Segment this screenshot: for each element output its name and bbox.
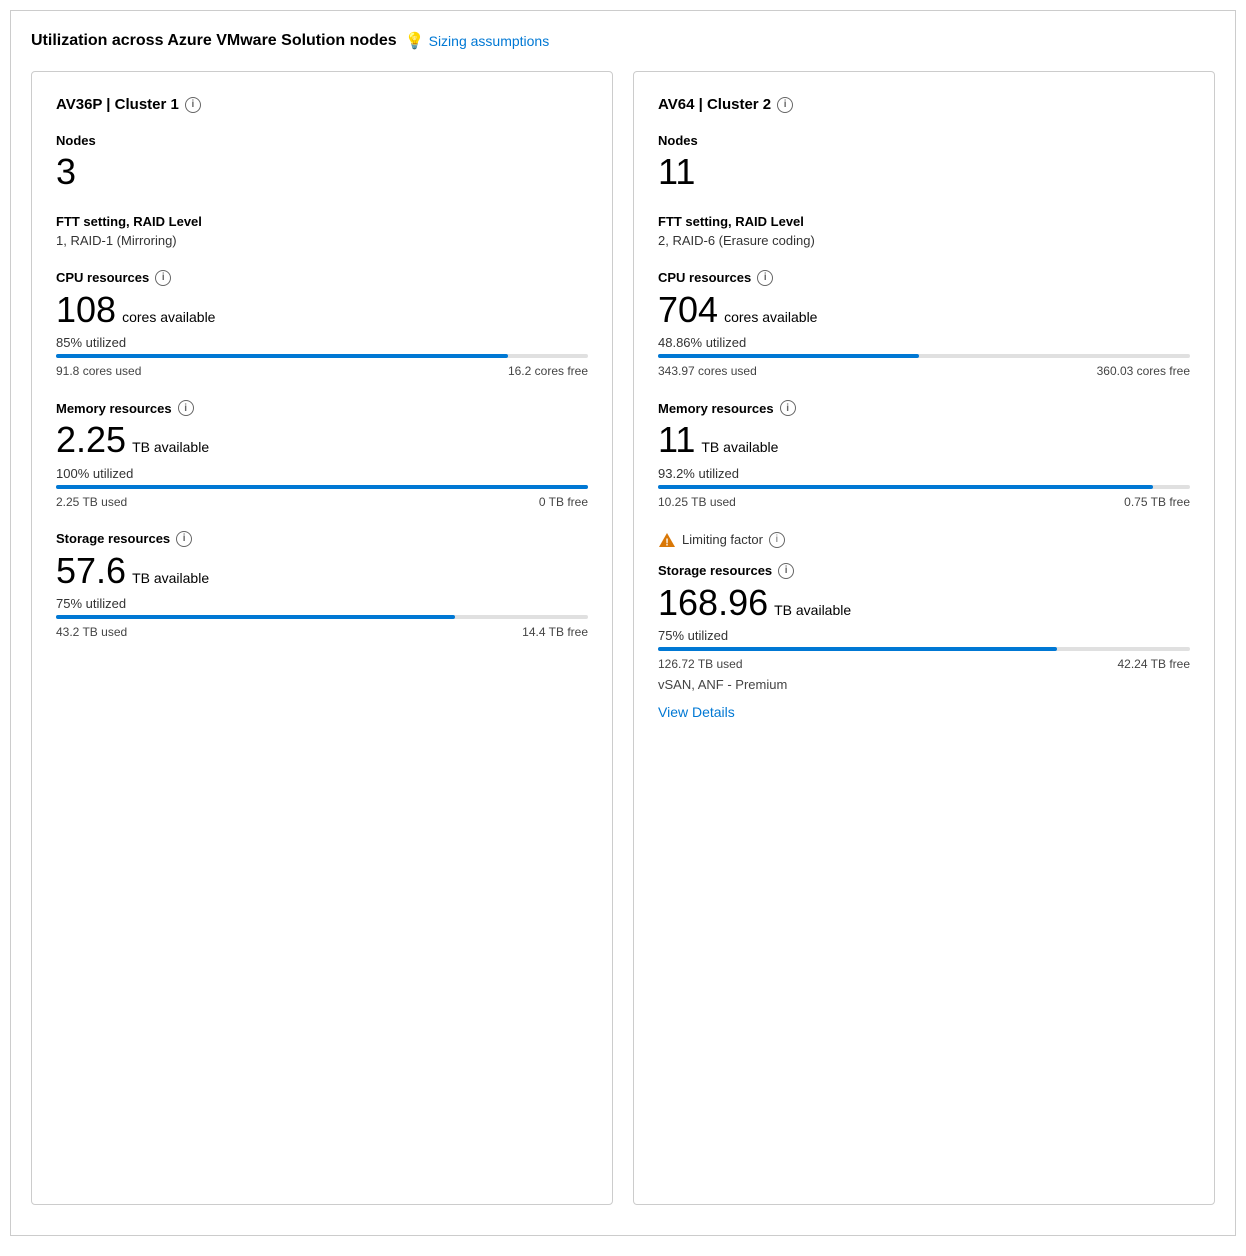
cluster2-nodes-value: 11 bbox=[658, 152, 1190, 192]
cluster2-storage-usage-row: 126.72 TB used 42.24 TB free bbox=[658, 657, 1190, 671]
cluster1-cpu-usage-row: 91.8 cores used 16.2 cores free bbox=[56, 364, 588, 378]
cluster2-memory-label: Memory resources i bbox=[658, 400, 1190, 416]
cluster2-storage-progress-fill bbox=[658, 647, 1057, 651]
limiting-factor-row: ! Limiting factor i bbox=[658, 531, 1190, 549]
cluster1-nodes-label: Nodes bbox=[56, 133, 588, 148]
cluster1-memory-big: 2.25 TB available bbox=[56, 420, 588, 460]
lightbulb-icon: 💡 bbox=[405, 31, 425, 51]
cluster1-storage-section: Storage resources i 57.6 TB available 75… bbox=[56, 531, 588, 640]
cluster1-nodes-section: Nodes 3 bbox=[56, 133, 588, 192]
cluster1-cpu-progress-fill bbox=[56, 354, 508, 358]
cluster2-memory-free: 0.75 TB free bbox=[1124, 495, 1190, 509]
cards-container: AV36P | Cluster 1 i Nodes 3 FTT setting,… bbox=[31, 71, 1215, 1205]
cluster1-memory-progress-bg bbox=[56, 485, 588, 489]
page-container: Utilization across Azure VMware Solution… bbox=[10, 10, 1236, 1236]
cluster2-nodes-section: Nodes 11 bbox=[658, 133, 1190, 192]
limiting-factor-label: Limiting factor bbox=[682, 532, 763, 547]
cluster1-memory-label: Memory resources i bbox=[56, 400, 588, 416]
cluster2-memory-utilized: 93.2% utilized bbox=[658, 466, 1190, 481]
cluster1-storage-label: Storage resources i bbox=[56, 531, 588, 547]
cluster2-storage-used: 126.72 TB used bbox=[658, 657, 743, 671]
cluster1-storage-progress-bg bbox=[56, 615, 588, 619]
cluster2-memory-used: 10.25 TB used bbox=[658, 495, 736, 509]
cluster1-cpu-label: CPU resources i bbox=[56, 270, 588, 286]
cluster2-memory-progress-fill bbox=[658, 485, 1153, 489]
cluster1-info-icon[interactable]: i bbox=[185, 97, 201, 113]
cluster1-memory-progress-fill bbox=[56, 485, 588, 489]
cluster2-ftt-section: FTT setting, RAID Level 2, RAID-6 (Erasu… bbox=[658, 214, 1190, 248]
cluster1-storage-usage-row: 43.2 TB used 14.4 TB free bbox=[56, 625, 588, 639]
cluster2-memory-big: 11 TB available bbox=[658, 420, 1190, 460]
cluster2-card: AV64 | Cluster 2 i Nodes 11 FTT setting,… bbox=[633, 71, 1215, 1205]
cluster1-nodes-value: 3 bbox=[56, 152, 588, 192]
cluster2-cpu-big: 704 cores available bbox=[658, 290, 1190, 330]
page-header: Utilization across Azure VMware Solution… bbox=[31, 31, 1215, 51]
cluster1-card: AV36P | Cluster 1 i Nodes 3 FTT setting,… bbox=[31, 71, 613, 1205]
cluster2-storage-section: Storage resources i 168.96 TB available … bbox=[658, 563, 1190, 723]
cluster1-storage-utilized: 75% utilized bbox=[56, 596, 588, 611]
cluster1-memory-used: 2.25 TB used bbox=[56, 495, 127, 509]
cluster2-cpu-info-icon[interactable]: i bbox=[757, 270, 773, 286]
cluster2-storage-big: 168.96 TB available bbox=[658, 583, 1190, 623]
cluster2-cpu-utilized: 48.86% utilized bbox=[658, 335, 1190, 350]
cluster2-ftt-label: FTT setting, RAID Level bbox=[658, 214, 1190, 229]
cluster2-nodes-label: Nodes bbox=[658, 133, 1190, 148]
cluster1-storage-free: 14.4 TB free bbox=[522, 625, 588, 639]
cluster2-cpu-label: CPU resources i bbox=[658, 270, 1190, 286]
warning-icon: ! bbox=[658, 531, 676, 549]
cluster2-cpu-usage-row: 343.97 cores used 360.03 cores free bbox=[658, 364, 1190, 378]
cluster2-ftt-value: 2, RAID-6 (Erasure coding) bbox=[658, 233, 1190, 248]
cluster2-storage-info-icon[interactable]: i bbox=[778, 563, 794, 579]
sizing-assumptions-link[interactable]: 💡 Sizing assumptions bbox=[405, 31, 550, 51]
cluster1-memory-section: Memory resources i 2.25 TB available 100… bbox=[56, 400, 588, 509]
cluster2-memory-progress-bg bbox=[658, 485, 1190, 489]
sizing-link-text: Sizing assumptions bbox=[429, 33, 550, 49]
cluster1-memory-info-icon[interactable]: i bbox=[178, 400, 194, 416]
cluster2-storage-utilized: 75% utilized bbox=[658, 628, 1190, 643]
cluster2-storage-progress-bg bbox=[658, 647, 1190, 651]
cluster2-cpu-free: 360.03 cores free bbox=[1097, 364, 1190, 378]
view-details-link[interactable]: View Details bbox=[658, 704, 735, 720]
cluster1-memory-usage-row: 2.25 TB used 0 TB free bbox=[56, 495, 588, 509]
cluster1-storage-info-icon[interactable]: i bbox=[176, 531, 192, 547]
cluster1-title: AV36P | Cluster 1 i bbox=[56, 96, 588, 113]
cluster2-storage-note: vSAN, ANF - Premium bbox=[658, 677, 1190, 692]
cluster1-ftt-section: FTT setting, RAID Level 1, RAID-1 (Mirro… bbox=[56, 214, 588, 248]
svg-text:!: ! bbox=[665, 537, 668, 548]
page-title: Utilization across Azure VMware Solution… bbox=[31, 32, 397, 50]
cluster1-cpu-used: 91.8 cores used bbox=[56, 364, 141, 378]
cluster2-cpu-progress-bg bbox=[658, 354, 1190, 358]
cluster2-cpu-used: 343.97 cores used bbox=[658, 364, 757, 378]
cluster1-ftt-value: 1, RAID-1 (Mirroring) bbox=[56, 233, 588, 248]
cluster1-memory-utilized: 100% utilized bbox=[56, 466, 588, 481]
cluster2-title: AV64 | Cluster 2 i bbox=[658, 96, 1190, 113]
cluster1-cpu-progress-bg bbox=[56, 354, 588, 358]
cluster2-storage-free: 42.24 TB free bbox=[1118, 657, 1191, 671]
cluster1-cpu-utilized: 85% utilized bbox=[56, 335, 588, 350]
cluster1-storage-used: 43.2 TB used bbox=[56, 625, 127, 639]
cluster1-memory-free: 0 TB free bbox=[539, 495, 588, 509]
cluster2-info-icon[interactable]: i bbox=[777, 97, 793, 113]
cluster1-storage-progress-fill bbox=[56, 615, 455, 619]
cluster1-cpu-info-icon[interactable]: i bbox=[155, 270, 171, 286]
cluster1-storage-big: 57.6 TB available bbox=[56, 551, 588, 591]
cluster1-cpu-free: 16.2 cores free bbox=[508, 364, 588, 378]
cluster1-cpu-section: CPU resources i 108 cores available 85% … bbox=[56, 270, 588, 379]
cluster2-storage-label: Storage resources i bbox=[658, 563, 1190, 579]
cluster2-memory-info-icon[interactable]: i bbox=[780, 400, 796, 416]
cluster1-ftt-label: FTT setting, RAID Level bbox=[56, 214, 588, 229]
cluster1-cpu-big: 108 cores available bbox=[56, 290, 588, 330]
cluster2-memory-section: Memory resources i 11 TB available 93.2%… bbox=[658, 400, 1190, 509]
limiting-factor-info-icon[interactable]: i bbox=[769, 532, 785, 548]
cluster2-memory-usage-row: 10.25 TB used 0.75 TB free bbox=[658, 495, 1190, 509]
cluster2-cpu-section: CPU resources i 704 cores available 48.8… bbox=[658, 270, 1190, 379]
cluster2-cpu-progress-fill bbox=[658, 354, 919, 358]
